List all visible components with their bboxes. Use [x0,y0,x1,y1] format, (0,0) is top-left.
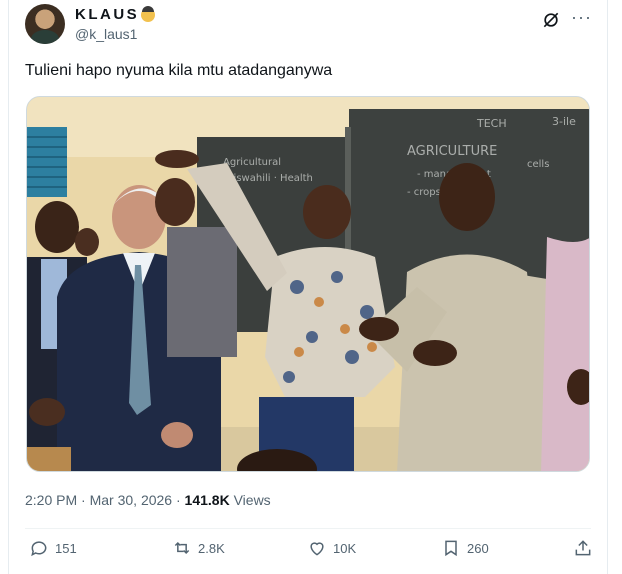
like-count: 10K [333,540,357,556]
views-count[interactable]: 141.8K [185,492,230,508]
author-names: KLAUS @k_laus1 [75,5,156,42]
author-display-name[interactable]: KLAUS [75,5,156,23]
share-icon [575,540,591,556]
bookmark-count: 260 [467,540,489,556]
tweet-photo[interactable]: Agricultural Kiswahili · Health AGRICULT… [26,96,590,472]
board-text-3ile: 3-ile [552,115,576,128]
tweet-date[interactable]: Mar 30, 2026 [90,492,173,508]
divider [25,528,591,529]
tweet-header: KLAUS @k_laus1 ··· [25,4,595,48]
board-text-tech: TECH [476,117,507,130]
bookmark-button[interactable]: 260 [441,538,489,558]
tweet-text: Tulieni hapo nyuma kila mtu atadanganywa [25,62,333,79]
svg-text:Kiswahili · Health: Kiswahili · Health [227,173,313,184]
meta-separator: · [81,492,86,508]
svg-text:cells: cells [527,159,549,170]
views-label: Views [233,492,271,508]
grok-icon[interactable] [541,10,561,30]
bookmark-icon [445,540,457,557]
share-button[interactable] [573,538,593,558]
author-avatar[interactable] [25,4,65,44]
reply-button[interactable]: 151 [29,538,77,558]
repost-button[interactable]: 2.8K [172,538,225,558]
svg-text:Agricultural: Agricultural [223,157,281,168]
repost-icon [174,541,190,555]
action-bar: 151 2.8K 10K 260 [29,538,591,566]
board-text-agriculture: AGRICULTURE [407,144,497,159]
tweet-time[interactable]: 2:20 PM [25,492,77,508]
tweet-card: KLAUS @k_laus1 ··· Tulieni hapo nyuma ki… [8,0,608,574]
reply-count: 151 [55,540,77,556]
like-button[interactable]: 10K [307,538,356,558]
photo-scene: Agricultural Kiswahili · Health AGRICULT… [27,97,589,471]
repost-count: 2.8K [198,540,225,556]
reply-icon [31,541,47,557]
meta-separator-2: · [175,492,181,508]
like-icon [310,542,324,556]
display-name-text: KLAUS [75,6,140,23]
author-handle[interactable]: @k_laus1 [75,26,155,42]
detective-emoji-icon [141,5,156,22]
tweet-meta: 2:20 PM · Mar 30, 2026 · 141.8K Views [25,492,271,508]
more-icon[interactable]: ··· [571,8,591,30]
